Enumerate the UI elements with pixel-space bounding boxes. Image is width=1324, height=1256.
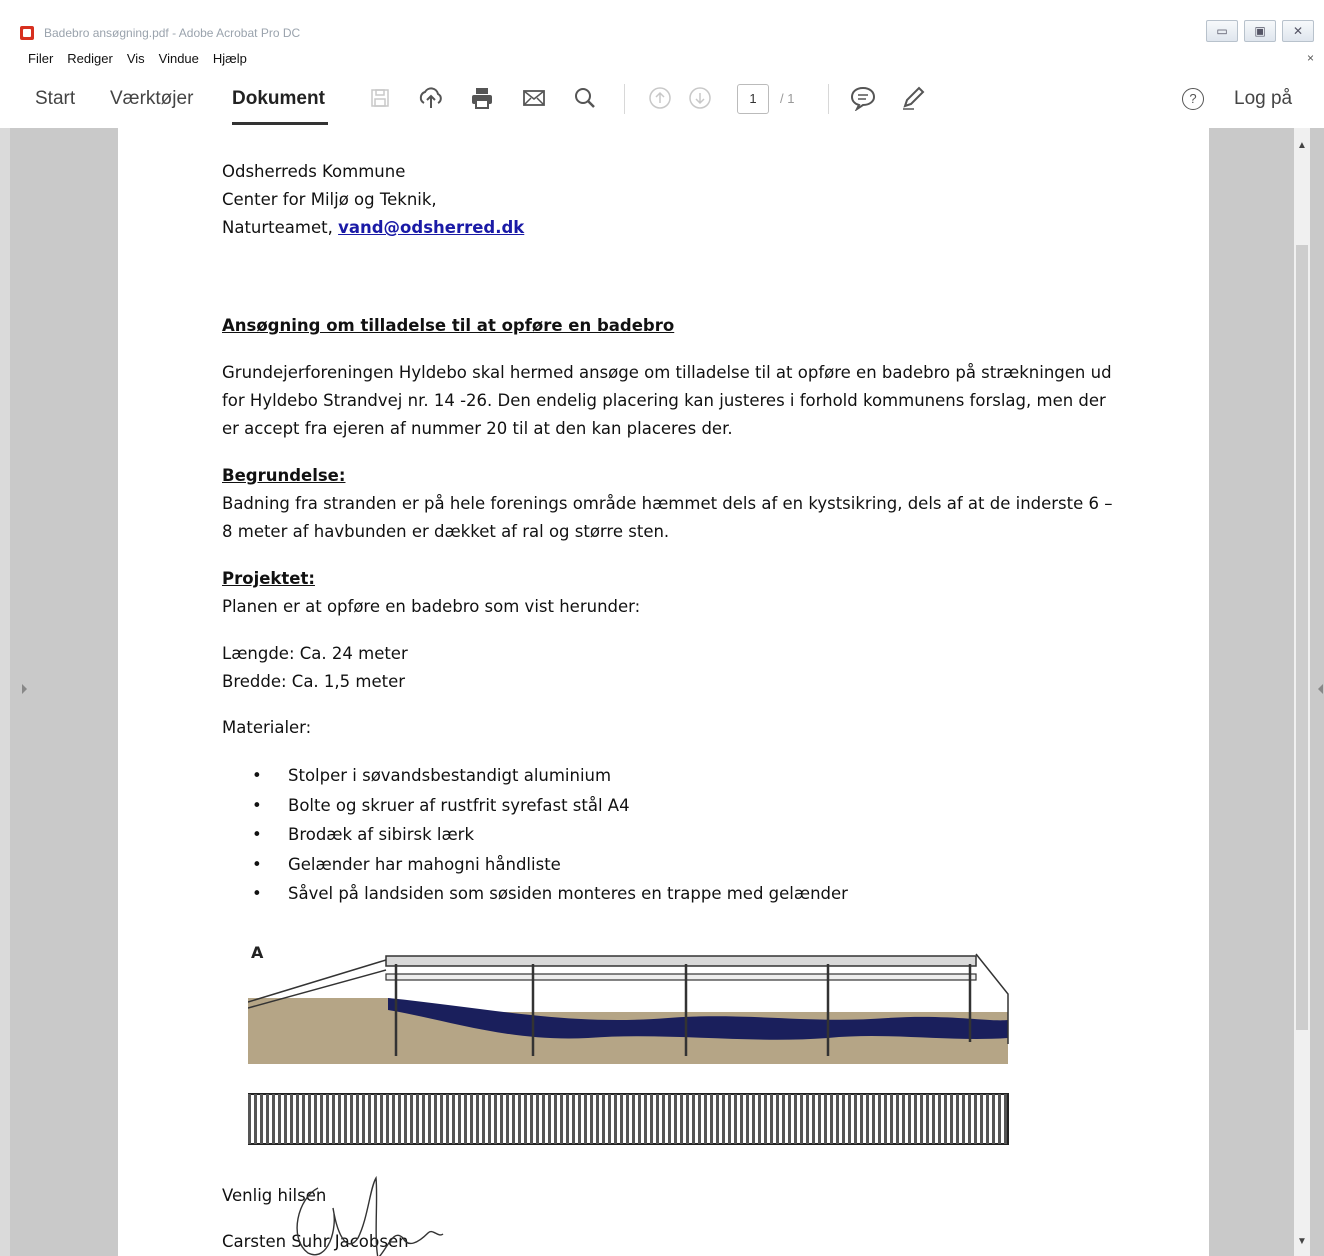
railing [385,973,977,981]
address-prefix: Naturteamet, [222,218,339,237]
window-controls: ▭ ▣ ✕ [1206,20,1314,42]
toolbar-separator [828,84,829,114]
drawing-label: A [251,943,264,962]
close-document-button[interactable]: × [1307,51,1314,65]
address-line: Odsherreds Kommune [222,162,406,181]
close-window-button[interactable]: ✕ [1282,20,1314,42]
handwritten-signature [296,1175,444,1256]
window-title: Badebro ansøgning.pdf - Adobe Acrobat Pr… [44,26,301,40]
pdf-page: Odsherreds Kommune Center for Miljø og T… [118,128,1209,1256]
document-heading: Ansøgning om tilladelse til at opføre en… [222,316,675,335]
menu-bar: Filer Rediger Vis Vindue Hjælp × [0,46,1324,70]
scroll-down-icon[interactable]: ▼ [1294,1236,1310,1252]
print-icon[interactable] [468,84,496,112]
projektet-text: Planen er at opføre en badebro som vist … [222,597,641,616]
pen-icon[interactable] [899,84,927,112]
menu-hjaelp[interactable]: Hjælp [213,51,247,66]
plan-planks [248,1094,1008,1144]
comment-icon[interactable] [849,84,877,112]
deck [385,955,977,967]
width-text: Bredde: Ca. 1,5 meter [222,672,406,691]
left-panel-collapsed[interactable] [0,128,10,1256]
list-item: Gelænder har mahogni håndliste [222,851,848,881]
list-item: Stolper i søvandsbestandigt aluminium [222,762,848,792]
address-block: Odsherreds Kommune Center for Miljø og T… [222,158,524,242]
upload-icon[interactable] [417,84,445,112]
text-line: Badning fra stranden er på hele forening… [222,494,1113,513]
begrundelse-heading: Begrundelse: [222,466,346,485]
maximize-button[interactable]: ▣ [1244,20,1276,42]
main-toolbar: Start Værktøjer Dokument [0,70,1324,129]
text-line: 8 meter af havbunden er dækket af ral og… [222,522,670,541]
menu-vindue[interactable]: Vindue [159,51,199,66]
expand-right-panel-icon[interactable] [1318,684,1323,694]
title-bar: Badebro ansøgning.pdf - Adobe Acrobat Pr… [0,0,1324,47]
toolbar-separator [624,84,625,114]
list-item: Bolte og skruer af rustfrit syrefast stå… [222,792,848,822]
help-icon[interactable]: ? [1182,88,1204,110]
list-item: Brodæk af sibirsk lærk [222,821,848,851]
list-item: Såvel på landsiden som søsiden monteres … [222,880,848,910]
text-line: Grundejerforeningen Hyldebo skal hermed … [222,363,1112,382]
login-link[interactable]: Log på [1234,88,1292,110]
scroll-up-icon[interactable]: ▲ [1294,140,1310,156]
intro-paragraph: Grundejerforeningen Hyldebo skal hermed … [222,359,1112,443]
scroll-thumb[interactable] [1296,245,1308,1030]
projektet-heading: Projektet: [222,569,315,588]
menu-rediger[interactable]: Rediger [67,51,113,66]
materials-heading: Materialer: [222,718,312,737]
page-up-icon[interactable] [646,84,674,112]
tab-tools[interactable]: Værktøjer [110,88,193,110]
text-line: er accept fra ejeren af nummer 20 til at… [222,419,733,438]
address-line: Naturteamet, vand@odsherred.dk [222,214,524,242]
search-icon[interactable] [571,84,599,112]
page-down-icon[interactable] [686,84,714,112]
active-tab-indicator [232,122,328,125]
materials-list: Stolper i søvandsbestandigt aluminium Bo… [222,762,848,910]
address-line: Center for Miljø og Teknik, [222,190,437,209]
expand-left-panel-icon[interactable] [22,684,27,694]
mail-icon[interactable] [520,84,548,112]
tab-document[interactable]: Dokument [232,88,325,110]
email-link[interactable]: vand@odsherred.dk [338,218,524,237]
page-count: / 1 [780,91,795,106]
tab-start[interactable]: Start [35,88,75,110]
menu-filer[interactable]: Filer [28,51,53,66]
minimize-button[interactable]: ▭ [1206,20,1238,42]
dimensions-block: Længde: Ca. 24 meter Bredde: Ca. 1,5 met… [222,640,408,696]
acrobat-app-icon [20,26,34,40]
page-number-input[interactable]: 1 [737,84,769,114]
menu-vis[interactable]: Vis [127,51,145,66]
length-text: Længde: Ca. 24 meter [222,644,408,663]
begrundelse-paragraph: Badning fra stranden er på hele forening… [222,490,1113,546]
save-icon[interactable] [366,84,394,112]
text-line: for Hyldebo Strandvej nr. 14 -26. Den en… [222,391,1106,410]
